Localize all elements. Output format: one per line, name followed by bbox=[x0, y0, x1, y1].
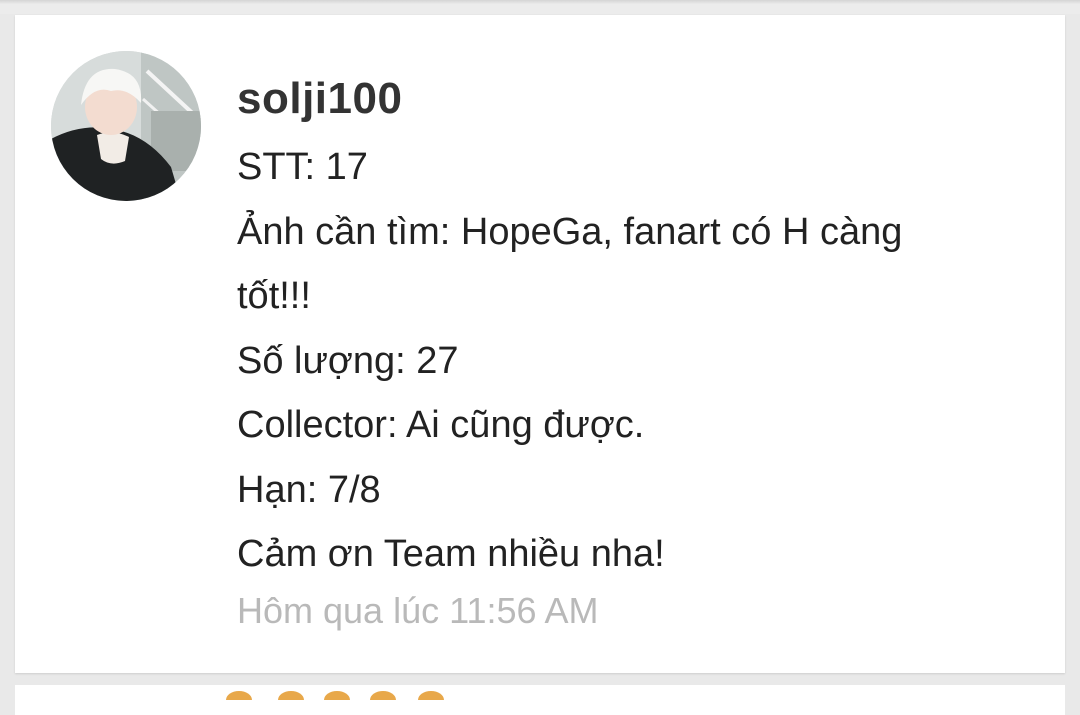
next-comment-card bbox=[15, 685, 1065, 715]
comment-line: tốt!!! bbox=[237, 275, 311, 317]
top-divider bbox=[0, 0, 1080, 14]
comment-line: STT: 17 bbox=[237, 146, 368, 188]
avatar[interactable] bbox=[51, 51, 201, 201]
comment-card: solji100 STT: 17 Ảnh cần tìm: HopeGa, fa… bbox=[15, 15, 1065, 673]
comment-text: STT: 17 Ảnh cần tìm: HopeGa, fanart có H… bbox=[237, 135, 1037, 587]
comment-content: solji100 STT: 17 Ảnh cần tìm: HopeGa, fa… bbox=[237, 67, 1037, 641]
timestamp: Hôm qua lúc 11:56 AM bbox=[237, 589, 599, 631]
comment-line: Hạn: 7/8 bbox=[237, 468, 381, 511]
comment-line: Số lượng: 27 bbox=[237, 339, 459, 382]
next-comment-username-partial[interactable] bbox=[220, 691, 450, 700]
comment-line: Collector: Ai cũng được. bbox=[237, 404, 645, 446]
username[interactable]: solji100 bbox=[237, 67, 1037, 131]
comment-line: Ảnh cần tìm: HopeGa, fanart có H càng bbox=[237, 210, 903, 253]
comment-line: Cảm ơn Team nhiều nha! bbox=[237, 533, 665, 575]
avatar-photo bbox=[51, 51, 201, 201]
